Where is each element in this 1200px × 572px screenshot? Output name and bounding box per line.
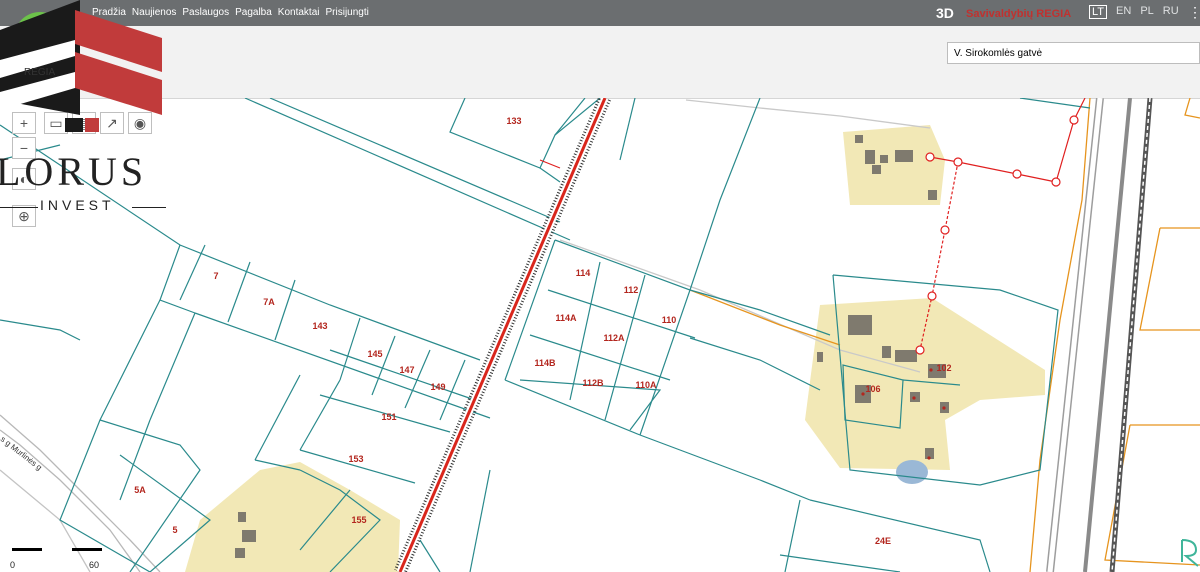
plot-label: 5A bbox=[134, 485, 146, 495]
logo-rule bbox=[132, 207, 166, 208]
building-area bbox=[805, 298, 1045, 470]
plot-label: 24E bbox=[875, 536, 891, 546]
lang-ru[interactable]: RU bbox=[1163, 5, 1179, 19]
plot-label: 110 bbox=[662, 315, 677, 325]
company-logo: REGIA LORUS INVEST bbox=[0, 0, 170, 230]
map-canvas[interactable]: 133 7 7A 143 145 147 149 151 153 155 5A … bbox=[0, 98, 1200, 572]
scale-bar: 0 60 m bbox=[10, 546, 105, 572]
scale-start-label: 0 bbox=[10, 560, 16, 570]
plot-label: 112B bbox=[582, 378, 604, 388]
plot-label: 149 bbox=[430, 382, 445, 392]
logo-rule bbox=[0, 207, 38, 208]
regia-logo-label: REGIA bbox=[24, 67, 56, 78]
logo-text-lorus: LORUS bbox=[0, 149, 148, 194]
nav-services[interactable]: Paslaugos bbox=[182, 7, 229, 18]
lang-lt[interactable]: LT bbox=[1089, 5, 1108, 19]
railway-main bbox=[394, 98, 611, 572]
plot-label: 5 bbox=[172, 525, 177, 535]
nav-help[interactable]: Pagalba bbox=[235, 7, 272, 18]
3d-toggle-button[interactable]: 3D bbox=[936, 5, 954, 21]
plot-label: 114B bbox=[534, 358, 556, 368]
plot-label: 145 bbox=[367, 349, 382, 359]
lang-en[interactable]: EN bbox=[1116, 5, 1131, 19]
menu-icon[interactable]: ⋮ bbox=[1188, 4, 1200, 21]
plot-label: 151 bbox=[381, 412, 396, 422]
plot-label: 147 bbox=[399, 365, 414, 375]
map-layer: 133 7 7A 143 145 147 149 151 153 155 5A … bbox=[0, 98, 1200, 572]
regia-watermark-icon bbox=[1181, 539, 1199, 567]
plot-label: 106 bbox=[865, 384, 880, 394]
building-area bbox=[185, 462, 400, 572]
plot-label: 7 bbox=[213, 271, 218, 281]
lang-pl[interactable]: PL bbox=[1140, 5, 1153, 19]
top-bar: Pradžia Naujienos Paslaugos Pagalba Kont… bbox=[0, 0, 1200, 26]
nav-login[interactable]: Prisijungti bbox=[326, 7, 369, 18]
plot-label: 114A bbox=[555, 313, 577, 323]
pond bbox=[896, 460, 928, 484]
logo-text-invest: INVEST bbox=[40, 197, 115, 213]
plot-label: 110A bbox=[635, 380, 657, 390]
plot-label: 155 bbox=[351, 515, 366, 525]
plot-label: 143 bbox=[312, 321, 327, 331]
plot-label: 133 bbox=[506, 116, 521, 126]
brand-title[interactable]: Savivaldybių REGIA bbox=[966, 8, 1071, 20]
plot-label: 112A bbox=[603, 333, 625, 343]
street-label: s g Murlinės g bbox=[0, 434, 44, 472]
railway-right bbox=[1046, 98, 1153, 572]
plot-label: 7A bbox=[263, 297, 275, 307]
language-switcher: LT EN PL RU bbox=[1089, 5, 1179, 19]
nav-contacts[interactable]: Kontaktai bbox=[278, 7, 320, 18]
road bbox=[685, 99, 931, 129]
scale-end-label: 60 m bbox=[89, 560, 100, 572]
plot-label: 102 bbox=[936, 363, 951, 373]
plot-label: 112 bbox=[624, 285, 639, 295]
plot-label: 153 bbox=[348, 454, 363, 464]
utility-line bbox=[539, 98, 1086, 355]
plot-label: 114 bbox=[576, 268, 591, 278]
search-input[interactable] bbox=[947, 42, 1200, 64]
